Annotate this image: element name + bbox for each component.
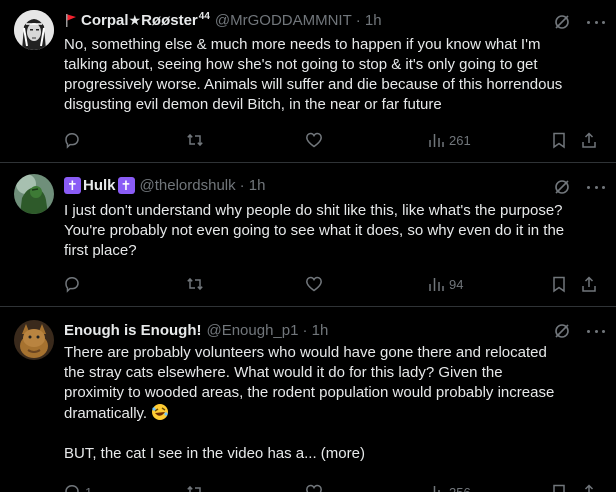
timestamp[interactable]: · 1h — [302, 322, 328, 339]
share-icon — [582, 276, 596, 292]
tweet-2[interactable]: ✝ Hulk ✝ @thelordshulk · 1h I just don't… — [0, 163, 616, 306]
more-icon[interactable] — [587, 178, 605, 196]
tweet-text: There are probably volunteers who would … — [64, 343, 604, 464]
like-icon — [306, 484, 322, 492]
timestamp[interactable]: · 1h — [240, 177, 266, 194]
views-count: 94 — [449, 276, 464, 292]
retweet-button[interactable] — [186, 129, 204, 151]
tweet-line-with-emoji: dramatically. — [64, 403, 604, 424]
like-button[interactable] — [305, 273, 323, 295]
bookmark-button[interactable] — [550, 273, 568, 295]
grok-icon[interactable] — [553, 13, 571, 31]
timestamp[interactable]: · 1h — [356, 12, 382, 29]
bookmark-icon — [553, 132, 565, 149]
more-icon[interactable] — [587, 322, 605, 340]
avatar[interactable] — [14, 174, 54, 214]
reply-button[interactable] — [63, 273, 81, 295]
views-button[interactable]: 256 — [427, 481, 471, 492]
retweet-button[interactable] — [186, 273, 204, 295]
cross-badge-icon: ✝ — [117, 176, 135, 194]
grok-icon[interactable] — [553, 322, 571, 340]
display-name-part1: Corpal — [81, 11, 129, 29]
avatar[interactable] — [14, 320, 54, 360]
cross-badge-icon: ✝ — [64, 176, 81, 194]
reply-icon — [65, 133, 79, 149]
share-icon — [582, 132, 596, 148]
reply-icon — [65, 277, 79, 293]
display-name[interactable]: ✝ Hulk ✝ — [64, 176, 135, 194]
display-name-text: Hulk — [83, 176, 116, 194]
tweet-3[interactable]: Enough is Enough! @Enough_p1 · 1h There … — [0, 307, 616, 492]
like-icon — [306, 132, 322, 148]
red-flag-icon — [66, 14, 76, 27]
bookmark-icon — [553, 484, 565, 492]
reply-count: 1 — [85, 484, 93, 492]
tweet-1[interactable]: Corpal ★ Røøster 44 @MrGODDAMMNIT · 1h N… — [0, 0, 616, 162]
views-count: 256 — [449, 484, 471, 492]
views-icon — [429, 486, 440, 492]
display-name[interactable]: Corpal ★ Røøster 44 — [64, 10, 210, 29]
user-handle[interactable]: @MrGODDAMMNIT — [215, 12, 352, 29]
display-name-star: ★ — [128, 11, 142, 28]
like-button[interactable] — [305, 481, 323, 492]
views-count: 261 — [449, 132, 471, 148]
more-icon[interactable] — [587, 13, 605, 31]
share-button[interactable] — [580, 273, 598, 295]
tweet-line: progressively worse. Animals will suffer… — [64, 76, 563, 93]
tweet-header: Corpal ★ Røøster 44 @MrGODDAMMNIT · 1h — [64, 9, 382, 31]
action-bar: 94 — [0, 273, 616, 295]
bookmark-button[interactable] — [550, 481, 568, 492]
tweet-line[interactable]: BUT, the cat I see in the video has a...… — [64, 444, 604, 464]
rolling-laughing-emoji — [152, 404, 169, 420]
tweet-text: No, something else & much more needs to … — [64, 35, 604, 115]
bookmark-button[interactable] — [550, 129, 568, 151]
display-name-superscript: 44 — [198, 10, 210, 22]
retweet-button[interactable] — [186, 481, 204, 492]
tweet-line: proximity to wooded areas, the rodent po… — [64, 384, 555, 401]
bookmark-icon — [553, 276, 565, 293]
tweet-line: No, something else & much more needs to … — [64, 36, 541, 53]
tweet-line: I just don't understand why people do sh… — [64, 202, 563, 219]
share-button[interactable] — [580, 481, 598, 492]
avatar[interactable] — [14, 10, 54, 50]
tweet-line: the stray cats elsewhere. What would it … — [64, 364, 503, 381]
tweet-line: You're probably not even going to see wh… — [64, 222, 565, 239]
tweet-line: first place? — [64, 242, 137, 259]
avatar-cat-image — [14, 320, 54, 360]
views-icon — [429, 134, 444, 147]
share-icon — [584, 484, 594, 492]
action-bar: 261 — [0, 129, 616, 151]
reply-button[interactable]: 1 — [63, 481, 92, 492]
reply-icon — [65, 485, 79, 492]
tweet-text: I just don't understand why people do sh… — [64, 201, 604, 261]
action-bar: 1 256 — [0, 481, 616, 492]
display-name-part2: Røøster — [141, 11, 198, 29]
tweet-line: There are probably volunteers who would … — [64, 344, 547, 361]
tweet-line: talking about, seeing how she's not goin… — [64, 56, 538, 73]
avatar-pharaoh-image — [14, 10, 54, 50]
grok-icon[interactable] — [553, 178, 571, 196]
reply-button[interactable] — [63, 129, 81, 151]
retweet-icon — [187, 133, 203, 147]
views-button[interactable]: 94 — [427, 273, 463, 295]
like-button[interactable] — [305, 129, 323, 151]
like-icon — [306, 276, 322, 292]
retweet-icon — [187, 277, 203, 291]
views-icon — [429, 278, 444, 291]
retweet-icon — [187, 485, 201, 492]
avatar-hulk-image — [14, 174, 54, 214]
views-button[interactable]: 261 — [427, 129, 471, 151]
tweet-header: Enough is Enough! @Enough_p1 · 1h — [64, 319, 328, 341]
tweet-line: dramatically. — [64, 405, 148, 422]
tweet-header: ✝ Hulk ✝ @thelordshulk · 1h — [64, 174, 265, 196]
user-handle[interactable]: @Enough_p1 — [206, 322, 298, 339]
tweet-line: disgusting evil demon devil Bitch, in th… — [64, 96, 442, 113]
user-handle[interactable]: @thelordshulk — [140, 177, 236, 194]
share-button[interactable] — [580, 129, 598, 151]
display-name[interactable]: Enough is Enough! — [64, 322, 201, 339]
